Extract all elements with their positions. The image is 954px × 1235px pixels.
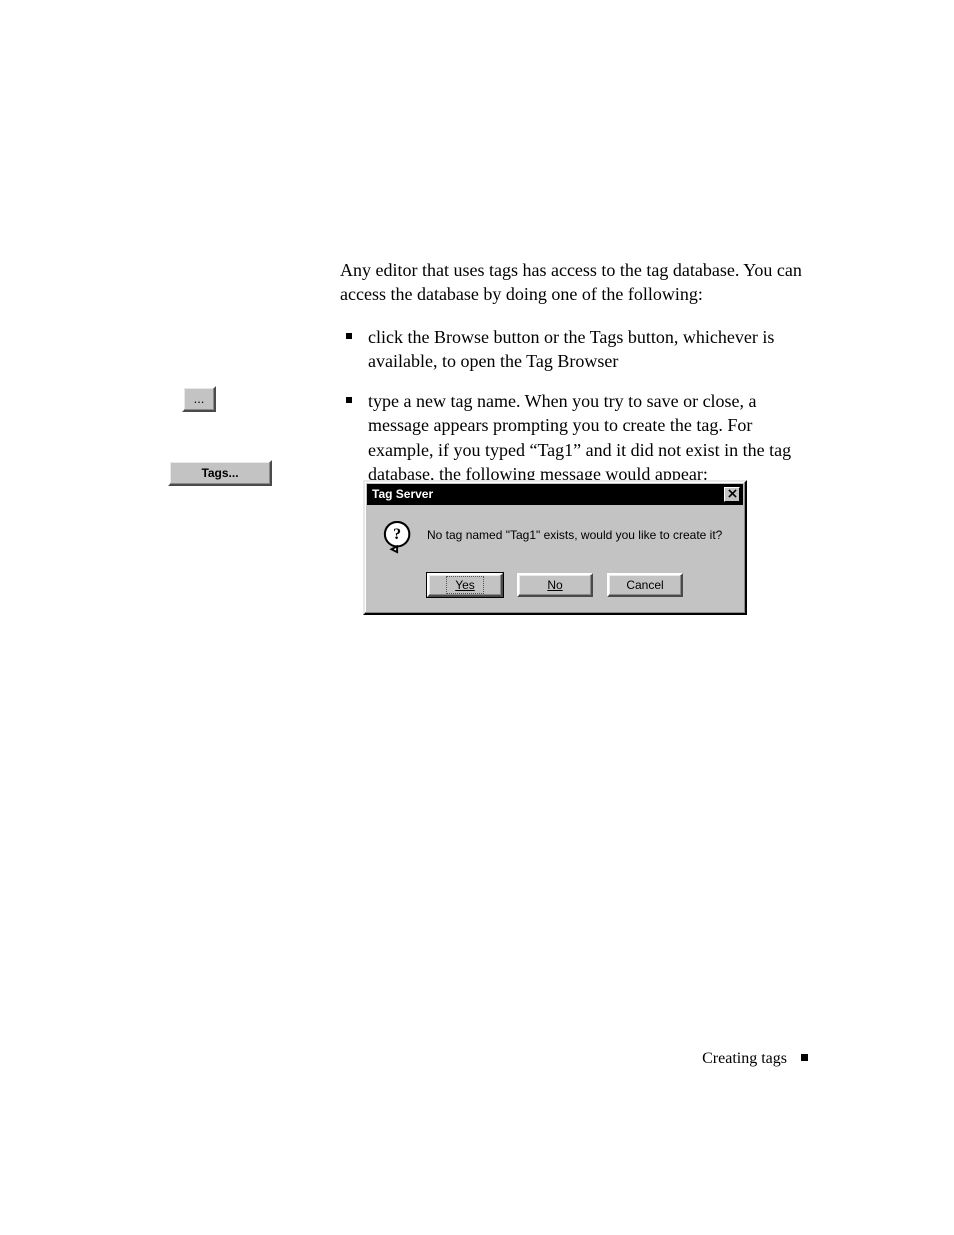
body-text: Any editor that uses tags has access to … <box>340 258 810 502</box>
cancel-button-label: Cancel <box>626 577 663 593</box>
browse-button-label: ... <box>194 390 205 408</box>
no-button[interactable]: No <box>517 573 593 597</box>
dialog-container: Tag Server ? <box>363 480 747 615</box>
dialog-titlebar: Tag Server <box>367 484 743 505</box>
tags-button-label: Tags... <box>201 465 238 481</box>
browse-button[interactable]: ... <box>182 386 216 412</box>
question-icon: ? <box>383 521 415 555</box>
no-button-label: No <box>547 578 562 592</box>
yes-button[interactable]: Yes <box>427 573 503 597</box>
dialog-body: ? No tag named "Tag1" exists, would you … <box>365 507 745 559</box>
yes-button-label: Yes <box>455 578 475 592</box>
dialog-title: Tag Server <box>372 486 433 502</box>
close-button[interactable] <box>724 487 740 502</box>
list-item: click the Browse button or the Tags butt… <box>340 325 810 374</box>
dialog-buttons: Yes No Cancel <box>365 559 745 613</box>
list-item: type a new tag name. When you try to sav… <box>340 389 810 486</box>
list-item-text: type a new tag name. When you try to sav… <box>368 391 791 484</box>
bullet-list: click the Browse button or the Tags butt… <box>340 325 810 487</box>
svg-text:?: ? <box>393 526 401 543</box>
close-icon <box>728 486 737 502</box>
document-page: ... Tags... Any editor that uses tags ha… <box>0 0 954 1235</box>
list-item-text: click the Browse button or the Tags butt… <box>368 327 774 371</box>
cancel-button[interactable]: Cancel <box>607 573 683 597</box>
footer-text: Creating tags <box>702 1050 787 1067</box>
intro-paragraph: Any editor that uses tags has access to … <box>340 258 810 307</box>
tag-server-dialog: Tag Server ? <box>363 480 747 615</box>
page-footer: Creating tags <box>0 1048 954 1070</box>
tags-button[interactable]: Tags... <box>168 460 272 486</box>
dialog-message: No tag named "Tag1" exists, would you li… <box>427 527 733 543</box>
